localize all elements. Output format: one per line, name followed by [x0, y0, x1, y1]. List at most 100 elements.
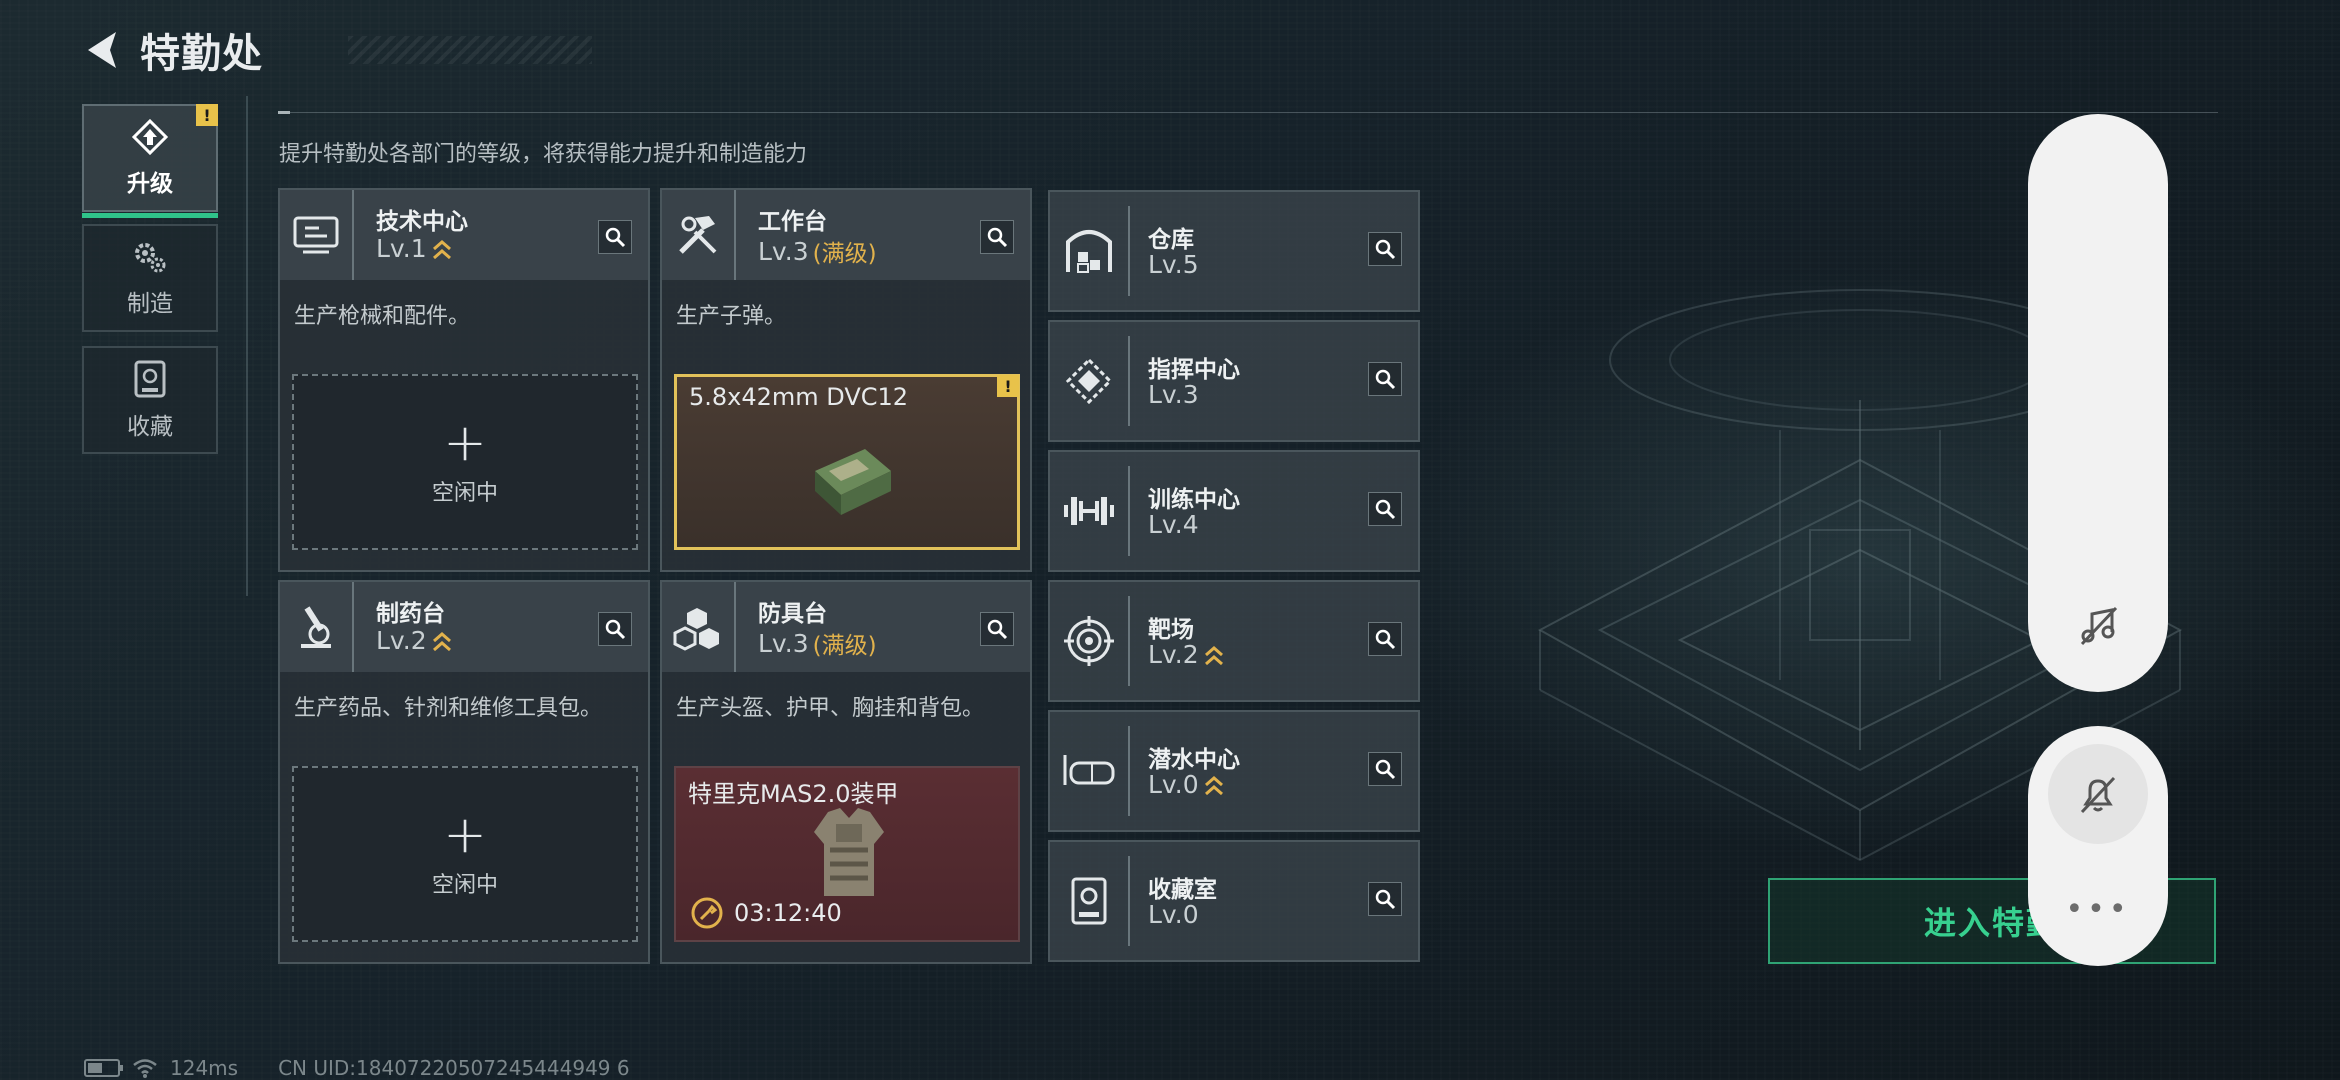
more-options-button[interactable]: •••: [2028, 892, 2168, 927]
facility-card-armor-bench[interactable]: 防具台 Lv.3 (满级) 生产头盔、护甲、胸挂和背包。 特里克MAS2.0装甲…: [660, 580, 1032, 964]
slot-status: 空闲中: [431, 873, 498, 898]
max-level-label: (满级): [812, 633, 877, 659]
facility-name: 训练中心: [1148, 487, 1240, 513]
level-text: Lv.2: [376, 626, 427, 655]
tab-collection[interactable]: 收藏: [82, 346, 218, 454]
level-text: Lv.3: [1148, 380, 1199, 409]
level-text: Lv.3: [758, 236, 809, 266]
production-slot-armor[interactable]: 特里克MAS2.0装甲 03:12:40: [674, 766, 1020, 942]
level-text: Lv.1: [376, 234, 427, 263]
tab-craft[interactable]: 制造: [82, 224, 218, 332]
armor-vest-icon: [814, 808, 884, 896]
facility-level: Lv.2: [1148, 640, 1225, 669]
level-text: Lv.2: [1148, 640, 1199, 669]
battery-icon: [84, 1059, 123, 1077]
timer-text: 03:12:40: [734, 899, 842, 927]
tab-upgrade-alert-badge: !: [196, 104, 218, 126]
chip-icon: [1050, 336, 1130, 426]
divider-horizontal: [278, 111, 2218, 114]
facility-description: 生产子弹。: [676, 304, 787, 329]
facility-card-shooting-range[interactable]: 靶场 Lv.2: [1048, 580, 1420, 702]
back-arrow-icon: [88, 32, 116, 68]
facility-level: Lv.1: [376, 234, 453, 263]
facility-card-diving-center[interactable]: 潜水中心 Lv.0: [1048, 710, 1420, 832]
tab-collection-label: 收藏: [127, 414, 173, 440]
inspect-button[interactable]: [1368, 882, 1402, 916]
facility-card-warehouse[interactable]: 仓库 Lv.5: [1048, 190, 1420, 312]
upgrade-available-icon: [432, 631, 451, 651]
notification-mute-button[interactable]: [2048, 744, 2148, 844]
wifi-icon: [133, 1059, 157, 1078]
inspect-button[interactable]: [598, 612, 632, 646]
magnifier-icon: [1375, 889, 1396, 910]
card-header: 防具台 Lv.3 (满级): [662, 582, 1030, 672]
facility-card-command-center[interactable]: 指挥中心 Lv.3: [1048, 320, 1420, 442]
tab-craft-label: 制造: [127, 291, 173, 317]
inspect-button[interactable]: [1368, 232, 1402, 266]
facility-name: 收藏室: [1148, 877, 1217, 903]
card-header: 制药台 Lv.2: [280, 582, 648, 672]
add-icon: +: [443, 805, 487, 865]
magnifier-icon: [1375, 369, 1396, 390]
inspect-button[interactable]: [1368, 362, 1402, 396]
card-header: 技术中心 Lv.1: [280, 190, 648, 280]
tab-upgrade[interactable]: 升级 !: [82, 104, 218, 218]
diving-mask-icon: [1050, 726, 1130, 816]
microscope-icon: [280, 582, 354, 672]
facility-name: 靶场: [1148, 617, 1194, 643]
inspect-button[interactable]: [1368, 492, 1402, 526]
upgrade-description: 提升特勤处各部门的等级，将获得能力提升和制造能力: [279, 142, 808, 167]
facility-level: Lv.3 (满级): [758, 234, 877, 268]
upgrade-available-icon: [432, 239, 451, 259]
facility-card-tech-center[interactable]: 技术中心 Lv.1 生产枪械和配件。 + 空闲中: [278, 188, 650, 572]
level-text: Lv.3: [758, 628, 809, 658]
facility-name: 制药台: [376, 601, 445, 627]
magnifier-icon: [1375, 629, 1396, 650]
display-case-icon: [1050, 856, 1130, 946]
divider-vertical: [246, 96, 248, 596]
card-header: 工作台 Lv.3 (满级): [662, 190, 1030, 280]
inspect-button[interactable]: [980, 220, 1014, 254]
facility-name: 防具台: [758, 601, 827, 627]
title-decoration: [348, 36, 592, 64]
facility-card-pharmacy[interactable]: 制药台 Lv.2 生产药品、针剂和维修工具包。 + 空闲中: [278, 580, 650, 964]
back-button[interactable]: [78, 26, 126, 74]
facility-description: 生产枪械和配件。: [294, 304, 471, 329]
tab-upgrade-label: 升级: [127, 171, 173, 197]
hammer-wrench-icon: [662, 190, 736, 280]
music-off-button[interactable]: [2048, 576, 2148, 676]
add-icon: +: [443, 413, 487, 473]
level-text: Lv.4: [1148, 510, 1199, 539]
production-slot-idle[interactable]: + 空闲中: [292, 374, 638, 550]
inspect-button[interactable]: [598, 220, 632, 254]
facility-name: 工作台: [758, 209, 827, 235]
cubes-icon: [662, 582, 736, 672]
level-text: Lv.5: [1148, 250, 1199, 279]
warehouse-icon: [1050, 206, 1130, 296]
facility-card-workbench[interactable]: 工作台 Lv.3 (满级) 生产子弹。 5.8x42mm DVC12 !: [660, 188, 1032, 572]
production-slot-ammo[interactable]: 5.8x42mm DVC12 !: [674, 374, 1020, 550]
magnifier-icon: [987, 227, 1008, 248]
production-timer: 03:12:40: [690, 896, 842, 930]
magnifier-icon: [1375, 499, 1396, 520]
floating-control-panel: [2028, 114, 2168, 692]
music-off-icon: [2080, 606, 2118, 646]
product-alert-badge: !: [997, 375, 1019, 397]
inspect-button[interactable]: [1368, 752, 1402, 786]
facility-description: 生产头盔、护甲、胸挂和背包。: [676, 696, 985, 721]
magnifier-icon: [1375, 239, 1396, 260]
facility-card-training-center[interactable]: 训练中心 Lv.4: [1048, 450, 1420, 572]
level-text: Lv.0: [1148, 900, 1199, 929]
facility-name: 仓库: [1148, 227, 1194, 253]
production-slot-idle[interactable]: + 空闲中: [292, 766, 638, 942]
facility-card-collection-room[interactable]: 收藏室 Lv.0: [1048, 840, 1420, 962]
uid-text: CN UID:18407220507245444949 6: [278, 1056, 630, 1080]
display-case-icon: [134, 360, 166, 398]
computer-icon: [280, 190, 354, 280]
facility-level: Lv.4: [1148, 510, 1199, 539]
floating-control-panel-bottom: •••: [2028, 726, 2168, 966]
inspect-button[interactable]: [980, 612, 1014, 646]
wrench-clock-icon: [691, 897, 723, 929]
target-icon: [1050, 596, 1130, 686]
inspect-button[interactable]: [1368, 622, 1402, 656]
